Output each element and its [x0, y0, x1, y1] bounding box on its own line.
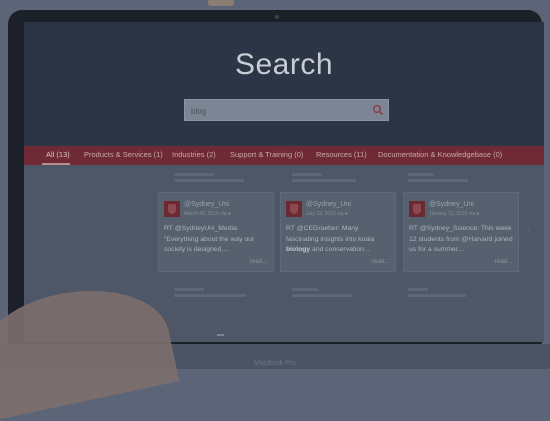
- tweet-text-part: and conservation...: [310, 246, 370, 253]
- tweet-handle[interactable]: @Sydney_Uni: [429, 201, 474, 208]
- faint-text: [174, 179, 244, 182]
- tab-products-services[interactable]: Products & Services (1): [84, 150, 163, 159]
- carousel-next-icon[interactable]: ›: [527, 227, 529, 234]
- tweet-text-part: RT @CEGrueber: Many fascinating insights…: [286, 225, 375, 243]
- tweet-text: RT @SydneyUni_Media: “Everything about t…: [164, 225, 255, 253]
- faint-text: [174, 173, 214, 176]
- tweet-text: RT @Sydney_Science: This week 12 student…: [409, 225, 513, 253]
- search-term-highlight: biology: [286, 246, 311, 253]
- tweet-text: RT @CEGrueber: Many fascinating insights…: [286, 224, 390, 256]
- tweet-date: March 30, 2016 via ●: [184, 211, 231, 217]
- pagination-indicator[interactable]: [217, 334, 224, 336]
- tweet-card[interactable]: @Sydney_Uni March 30, 2016 via ● RT @Syd…: [158, 192, 274, 272]
- faint-text: [408, 294, 466, 297]
- camera-icon: [275, 15, 279, 19]
- page-title: Search: [234, 48, 334, 81]
- avatar: [164, 201, 180, 217]
- faint-text: [174, 288, 204, 291]
- read-more-link[interactable]: read...: [250, 259, 267, 265]
- search-hero: Search: [24, 22, 544, 145]
- faint-text: [408, 288, 428, 291]
- tweet-card[interactable]: @Sydney_Uni January 11, 2016 via ● RT @S…: [403, 192, 519, 272]
- tab-documentation-knowledgebase[interactable]: Documentation & Knowledgebase (0): [378, 150, 502, 159]
- read-more-link[interactable]: read...: [495, 259, 512, 265]
- faint-text: [408, 179, 468, 182]
- faint-text: [292, 294, 352, 297]
- tweet-handle[interactable]: @Sydney_Uni: [306, 201, 351, 208]
- search-icon[interactable]: [372, 104, 384, 116]
- faint-text: [408, 173, 434, 176]
- read-more-link[interactable]: read...: [372, 259, 389, 265]
- tab-industries[interactable]: Industries (2): [172, 150, 216, 159]
- faint-text: [292, 179, 356, 182]
- tab-resources[interactable]: Resources (11): [316, 150, 367, 159]
- tab-all[interactable]: All (13): [46, 150, 70, 159]
- search-box[interactable]: [184, 99, 389, 121]
- results-tab-bar: All (13) Products & Services (1) Industr…: [24, 146, 544, 165]
- faint-text: [292, 173, 322, 176]
- tweet-date: January 11, 2016 via ●: [429, 211, 480, 217]
- tweet-date: July 23, 2016 via ●: [306, 211, 348, 217]
- tweet-handle[interactable]: @Sydney_Uni: [184, 201, 229, 208]
- faint-text: [292, 288, 318, 291]
- search-input[interactable]: [189, 103, 369, 119]
- tweet-card[interactable]: @Sydney_Uni July 23, 2016 via ● RT @CEGr…: [280, 192, 396, 272]
- faint-text: [174, 294, 246, 297]
- avatar: [409, 201, 425, 217]
- avatar: [286, 201, 302, 217]
- background-object: [208, 0, 234, 6]
- tab-support-training[interactable]: Support & Training (0): [230, 150, 303, 159]
